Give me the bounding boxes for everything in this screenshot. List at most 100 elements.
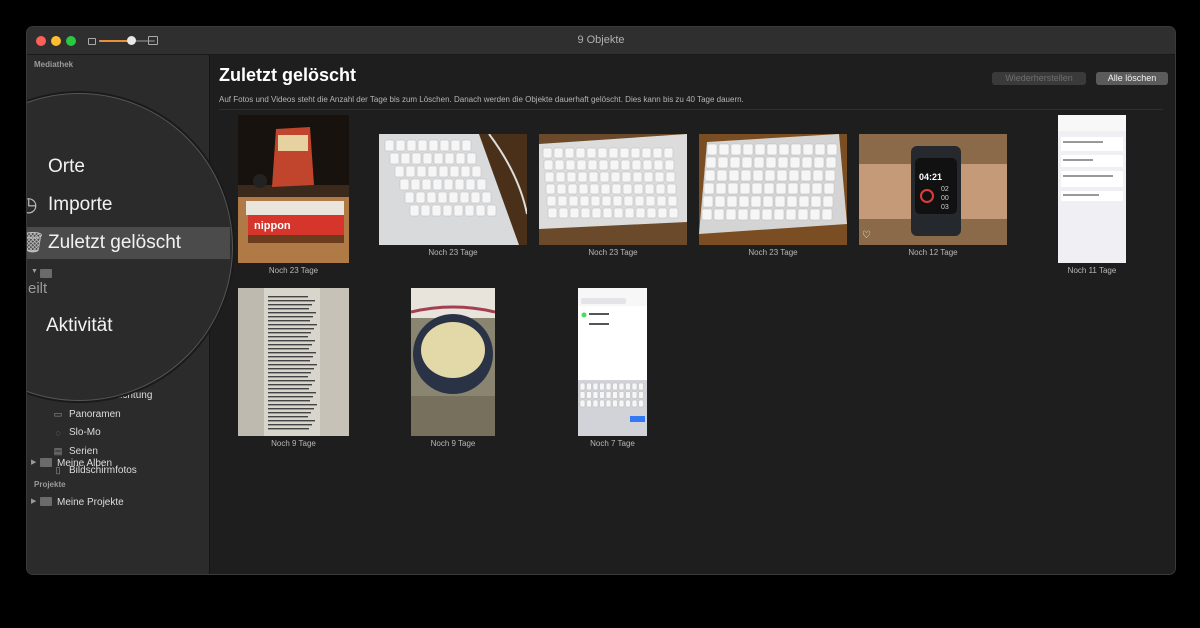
keyboard-key	[631, 391, 638, 399]
keyboard-key	[718, 143, 730, 156]
photo-thumbnail[interactable]	[699, 134, 847, 245]
sidebar-item-my-projects[interactable]: Meine Projekte	[57, 494, 124, 510]
keyboard-key	[568, 195, 579, 207]
keyboard-key	[444, 152, 455, 165]
keyboard-key	[575, 147, 586, 159]
keyboard-key	[543, 159, 554, 171]
heart-icon[interactable]: ♡	[862, 230, 871, 241]
keyboard-key	[547, 207, 558, 219]
keyboard-key	[389, 152, 400, 165]
keyboard-key	[470, 191, 481, 204]
keyboard-key	[566, 171, 577, 183]
days-remaining-label: Noch 23 Tage	[748, 248, 798, 257]
sidebar-item-imports[interactable]: ◷ Importe	[27, 189, 232, 221]
keyboard-key	[623, 195, 634, 207]
settings-screenshot	[1058, 115, 1126, 263]
days-remaining-label: Noch 11 Tage	[1067, 266, 1117, 275]
keyboard-key	[565, 159, 576, 171]
keyboard-key	[653, 159, 664, 171]
keyboard-key	[586, 399, 592, 408]
text-line	[268, 320, 310, 322]
days-remaining-label: Noch 9 Tage	[271, 439, 316, 448]
keyboard-key	[598, 159, 609, 171]
keyboard-key	[612, 399, 618, 408]
clock-icon: ◷	[27, 192, 37, 217]
keyboard-key	[579, 391, 586, 399]
keyboard-key	[799, 182, 811, 195]
keyboard-key	[826, 143, 838, 156]
keyboard-key	[632, 171, 643, 183]
keyboard-key	[542, 147, 553, 159]
keyboard-key	[725, 208, 737, 221]
keyboard-key	[599, 391, 605, 399]
keyboard-key	[558, 207, 569, 219]
sidebar-item-my-albums[interactable]: Meine Alben	[57, 455, 112, 471]
keyboard-key	[750, 195, 762, 208]
restore-button[interactable]: Wiederherstellen	[992, 72, 1086, 85]
keyboard-key	[618, 399, 625, 408]
keyboard-key	[405, 165, 416, 178]
disclosure-triangle-icon[interactable]: ▼	[31, 268, 38, 275]
photo-thumbnail[interactable]	[238, 288, 349, 436]
keyboard-key	[630, 147, 641, 159]
keyboard-key	[737, 208, 749, 221]
keyboard-key	[751, 182, 763, 195]
keyboard-key	[608, 147, 619, 159]
keyboard-key	[666, 183, 677, 195]
keyboard-key	[410, 178, 421, 191]
keyboard-key	[586, 147, 597, 159]
deletion-info-text: Auf Fotos und Videos steht die Anzahl de…	[219, 95, 744, 104]
text-line	[268, 420, 315, 422]
keyboard-key	[460, 165, 471, 178]
keyboard-key	[406, 139, 417, 152]
keyboard-key	[597, 147, 608, 159]
keyboard-key	[785, 208, 797, 221]
keyboard-key	[801, 156, 813, 169]
sidebar-item-label: Importe	[48, 194, 113, 215]
photo-thumbnail[interactable]: nippon	[238, 115, 349, 263]
text-line	[268, 296, 308, 298]
photo-thumbnail[interactable]	[539, 134, 687, 245]
disclosure-triangle-icon[interactable]: ▶	[31, 497, 36, 505]
keyboard-key	[599, 171, 610, 183]
photo-thumbnail[interactable]	[379, 134, 527, 245]
keyboard-key	[569, 207, 580, 219]
text-line	[268, 316, 313, 318]
text-line	[268, 324, 317, 326]
section-header-label: eilt	[28, 279, 48, 297]
keyboard-key	[464, 204, 475, 217]
keyboard-key	[776, 169, 788, 182]
keyboard-key	[422, 152, 433, 165]
keyboard-key	[404, 191, 415, 204]
keyboard-key	[665, 171, 676, 183]
disclosure-triangle-icon[interactable]: ▶	[31, 458, 36, 466]
sidebar-item-places[interactable]: Orte	[27, 151, 232, 183]
keyboard-key	[448, 191, 459, 204]
photo-thumbnail[interactable]	[411, 288, 495, 436]
delete-all-button[interactable]: Alle löschen	[1096, 72, 1168, 85]
keyboard-key	[599, 399, 605, 408]
keyboard-photo	[699, 134, 847, 245]
keyboard-key	[449, 165, 460, 178]
sidebar-item-recently-deleted[interactable]: 🗑 Zuletzt gelöscht	[27, 227, 230, 259]
keyboard-photo	[379, 134, 527, 245]
keyboard-key	[667, 195, 678, 207]
keyboard-key	[800, 169, 812, 182]
keyboard-key	[822, 195, 834, 208]
keyboard-key	[713, 208, 725, 221]
text-line	[268, 396, 313, 398]
days-remaining-label: Noch 23 Tage	[588, 248, 638, 257]
keyboard-key	[625, 391, 631, 399]
sidebar-item-panoramen[interactable]: ▭ Panoramen	[53, 406, 121, 422]
keyboard-key	[437, 191, 448, 204]
keyboard-key	[622, 183, 633, 195]
keyboard-key	[586, 382, 592, 391]
sidebar-item-activity[interactable]: Aktivität	[27, 310, 232, 342]
photo-thumbnail[interactable]: 04:21 02 00 03 ♡	[859, 134, 1007, 245]
keyboard-key	[601, 195, 612, 207]
slomo-icon: ◌	[55, 427, 61, 438]
keyboard-key	[638, 399, 644, 408]
photo-thumbnail[interactable]	[1058, 115, 1126, 263]
sidebar-item-slo-mo[interactable]: ◌ Slo-Mo	[53, 425, 100, 441]
photo-thumbnail[interactable]	[578, 288, 647, 436]
